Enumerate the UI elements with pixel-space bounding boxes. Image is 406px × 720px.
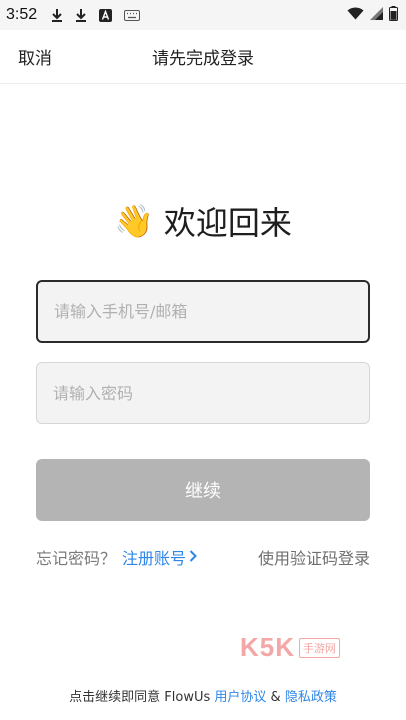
- auth-links: 忘记密码？ 注册账号 使用验证码登录: [36, 545, 370, 569]
- terms-and: &: [270, 690, 281, 705]
- password-field[interactable]: [36, 362, 370, 424]
- battery-icon: [389, 5, 398, 25]
- status-bar: 3:52: [0, 0, 406, 30]
- waving-hand-icon: 👋: [114, 202, 154, 240]
- download-icon: [75, 8, 87, 22]
- watermark-logo: K5K 手游网: [240, 632, 341, 663]
- download-icon: [51, 8, 63, 22]
- watermark-tag: 手游网: [299, 637, 341, 658]
- terms-prefix: 点击继续即同意 FlowUs: [69, 690, 211, 705]
- wifi-icon: [347, 6, 364, 24]
- register-label: 注册账号: [122, 549, 187, 568]
- watermark-brand: K5K: [240, 632, 296, 662]
- welcome-text: 欢迎回来: [163, 204, 292, 242]
- signal-icon: [370, 6, 383, 24]
- status-time: 3:52: [6, 6, 38, 23]
- a-badge-icon: [99, 8, 113, 22]
- forgot-password-link[interactable]: 忘记密码？: [36, 545, 116, 569]
- page-title: 请先完成登录: [152, 49, 254, 69]
- code-login-link[interactable]: 使用验证码登录: [258, 545, 370, 569]
- top-bar: 取消 请先完成登录: [0, 30, 406, 84]
- continue-button[interactable]: 继续: [36, 459, 370, 521]
- user-agreement-link[interactable]: 用户协议: [214, 690, 266, 705]
- phone-email-input[interactable]: [52, 301, 368, 322]
- register-link[interactable]: 注册账号: [122, 545, 197, 569]
- phone-email-field[interactable]: [36, 280, 370, 343]
- privacy-policy-link[interactable]: 隐私政策: [285, 690, 337, 705]
- keyboard-icon: [124, 9, 141, 21]
- terms-footer: 点击继续即同意 FlowUs 用户协议 & 隐私政策: [0, 686, 406, 705]
- welcome-heading: 👋 欢迎回来: [0, 198, 406, 244]
- password-input[interactable]: [51, 382, 369, 404]
- chevron-right-icon: [189, 548, 197, 566]
